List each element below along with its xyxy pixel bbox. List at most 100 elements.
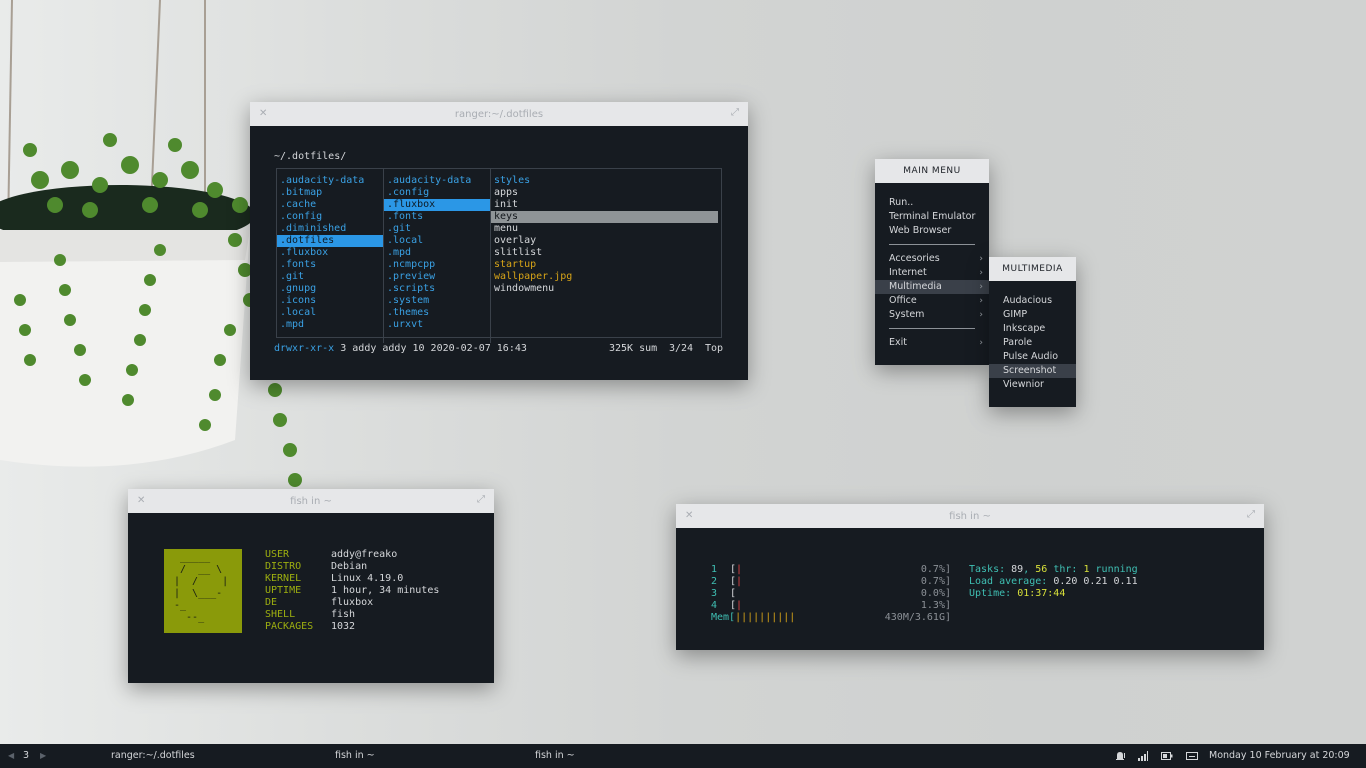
file-entry[interactable]: startup <box>491 259 720 271</box>
menu-item-viewnior[interactable]: Viewnior <box>989 378 1076 392</box>
chevron-right-icon: › <box>979 282 983 292</box>
next-workspace-icon[interactable]: ▶ <box>40 744 46 768</box>
file-entry[interactable]: init <box>491 199 720 211</box>
cpu-bar: | <box>736 576 743 587</box>
menu-item-system[interactable]: System › <box>875 308 989 322</box>
file-entry[interactable]: .audacity-data <box>384 175 490 187</box>
ranger-titlebar[interactable]: ✕ ranger:~/.dotfiles ⤢ <box>250 102 748 126</box>
file-entry[interactable]: .fluxbox <box>277 247 383 259</box>
file-entry[interactable]: .bitmap <box>277 187 383 199</box>
file-entry[interactable]: keys <box>491 211 718 223</box>
file-entry[interactable]: .diminished <box>277 223 383 235</box>
battery-icon[interactable] <box>1161 744 1173 768</box>
menu-item-internet[interactable]: Internet › <box>875 266 989 280</box>
menu-item-gimp[interactable]: GIMP <box>989 308 1076 322</box>
file-entry[interactable]: .git <box>384 223 490 235</box>
menu-item-office[interactable]: Office › <box>875 294 989 308</box>
file-entry[interactable]: apps <box>491 187 720 199</box>
memory-value: 430M/3.61G] <box>884 612 951 623</box>
file-entry[interactable]: .config <box>384 187 490 199</box>
menu-item-audacious[interactable]: Audacious <box>989 294 1076 308</box>
file-entry[interactable]: .local <box>384 235 490 247</box>
file-entry[interactable]: .gnupg <box>277 283 383 295</box>
file-entry[interactable]: .scripts <box>384 283 490 295</box>
file-entry[interactable]: .fonts <box>277 259 383 271</box>
file-entry[interactable]: .mpd <box>384 247 490 259</box>
file-entry[interactable]: .preview <box>384 271 490 283</box>
file-entry[interactable]: .fonts <box>384 211 490 223</box>
cpu-meters: 1[| 0.7%] 2[| 0.7%] 3[0.0%] 4[| 1.3%] <box>711 564 953 612</box>
menu-item-web-browser[interactable]: Web Browser <box>875 224 989 238</box>
signal-icon[interactable] <box>1138 744 1148 768</box>
chevron-right-icon: › <box>979 268 983 278</box>
menu-item-run[interactable]: Run.. <box>875 196 989 210</box>
menu-item-label: Multimedia <box>889 281 942 292</box>
chevron-right-icon: › <box>979 254 983 264</box>
file-entry[interactable]: .git <box>277 271 383 283</box>
menu-separator <box>889 328 975 329</box>
file-entry[interactable]: overlay <box>491 235 720 247</box>
file-entry[interactable]: .urxvt <box>384 319 490 331</box>
file-entry[interactable]: menu <box>491 223 720 235</box>
file-entry[interactable]: .local <box>277 307 383 319</box>
window-title: ranger:~/.dotfiles <box>454 108 544 120</box>
menu-item-parole[interactable]: Parole <box>989 336 1076 350</box>
menu-item-accesories[interactable]: Accesories › <box>875 252 989 266</box>
cpu-bar: | <box>736 564 743 575</box>
menu-item-inkscape[interactable]: Inkscape <box>989 322 1076 336</box>
file-entry[interactable]: .fluxbox <box>384 199 490 211</box>
workspace-number[interactable]: 3 <box>23 744 29 768</box>
file-entry[interactable]: .themes <box>384 307 490 319</box>
task-fish-2[interactable]: fish in ~ <box>535 744 575 768</box>
menu-item-screenshot[interactable]: Screenshot <box>989 364 1076 378</box>
thread-count: 56 <box>1035 564 1048 575</box>
file-entry[interactable]: .ncmpcpp <box>384 259 490 271</box>
file-entry[interactable]: .mpd <box>277 319 383 331</box>
maximize-icon[interactable]: ⤢ <box>477 494 485 505</box>
file-entry[interactable]: windowmenu <box>491 283 720 295</box>
file-entry[interactable]: .dotfiles <box>277 235 383 247</box>
memory-label: Mem[ <box>711 612 736 623</box>
fetch-titlebar[interactable]: ✕ fish in ~ ⤢ <box>128 489 494 513</box>
file-entry[interactable]: .config <box>277 211 383 223</box>
file-entry[interactable]: .cache <box>277 199 383 211</box>
memory-bar: |||||||||| <box>735 612 796 623</box>
fetch-terminal-window[interactable]: ✕ fish in ~ ⤢ _____ / __ \ | / | | \___-… <box>128 489 494 683</box>
file-entry[interactable]: .audacity-data <box>277 175 383 187</box>
uptime-value: 01:37:44 <box>1017 588 1066 599</box>
menu-item-multimedia[interactable]: Multimedia › <box>875 280 989 294</box>
window-title: fish in ~ <box>949 510 991 522</box>
file-entry[interactable]: .system <box>384 295 490 307</box>
file-entry[interactable]: .icons <box>277 295 383 307</box>
multimedia-submenu: MULTIMEDIA Audacious GIMP Inkscape Parol… <box>989 257 1076 407</box>
menu-item-pulse-audio[interactable]: Pulse Audio <box>989 350 1076 364</box>
file-entry[interactable]: slitlist <box>491 247 720 259</box>
prev-workspace-icon[interactable]: ◀ <box>8 744 14 768</box>
keyboard-icon[interactable] <box>1186 744 1198 768</box>
file-entry[interactable]: wallpaper.jpg <box>491 271 720 283</box>
clock[interactable]: Monday 10 February at 20:09 <box>1209 744 1350 768</box>
htop-terminal-window[interactable]: ✕ fish in ~ ⤢ 1[| 0.7%] 2[| 0.7%] 3[0.0%] 4[|… <box>676 504 1264 650</box>
maximize-icon[interactable]: ⤢ <box>1247 509 1255 520</box>
task-ranger[interactable]: ranger:~/.dotfiles <box>111 744 195 768</box>
load-label: Load average: <box>969 576 1048 587</box>
task-summary: Tasks: 89, 56 thr: 1 running Load averag… <box>969 564 1249 600</box>
menu-item-exit[interactable]: Exit › <box>875 336 989 350</box>
info-label: DE <box>265 597 278 608</box>
cpu-percent: 0.0%] <box>920 588 951 599</box>
close-icon[interactable]: ✕ <box>685 510 693 521</box>
menu-item-terminal-emulator[interactable]: Terminal Emulator <box>875 210 989 224</box>
notification-bell-icon[interactable] <box>1114 744 1126 768</box>
maximize-icon[interactable]: ⤢ <box>731 107 739 118</box>
close-icon[interactable]: ✕ <box>259 108 267 119</box>
htop-titlebar[interactable]: ✕ fish in ~ ⤢ <box>676 504 1264 528</box>
info-value: addy@freako <box>331 549 398 560</box>
info-row: PACKAGES 1032 <box>265 621 475 633</box>
file-entry[interactable]: styles <box>491 175 720 187</box>
cpu-percent: 0.7%] <box>920 576 951 587</box>
task-fish-1[interactable]: fish in ~ <box>335 744 375 768</box>
ranger-window[interactable]: ✕ ranger:~/.dotfiles ⤢ ~/.dotfiles/ .aud… <box>250 102 748 380</box>
close-icon[interactable]: ✕ <box>137 495 145 506</box>
directory-sum: 325K sum <box>609 343 658 354</box>
info-value: fluxbox <box>331 597 374 608</box>
